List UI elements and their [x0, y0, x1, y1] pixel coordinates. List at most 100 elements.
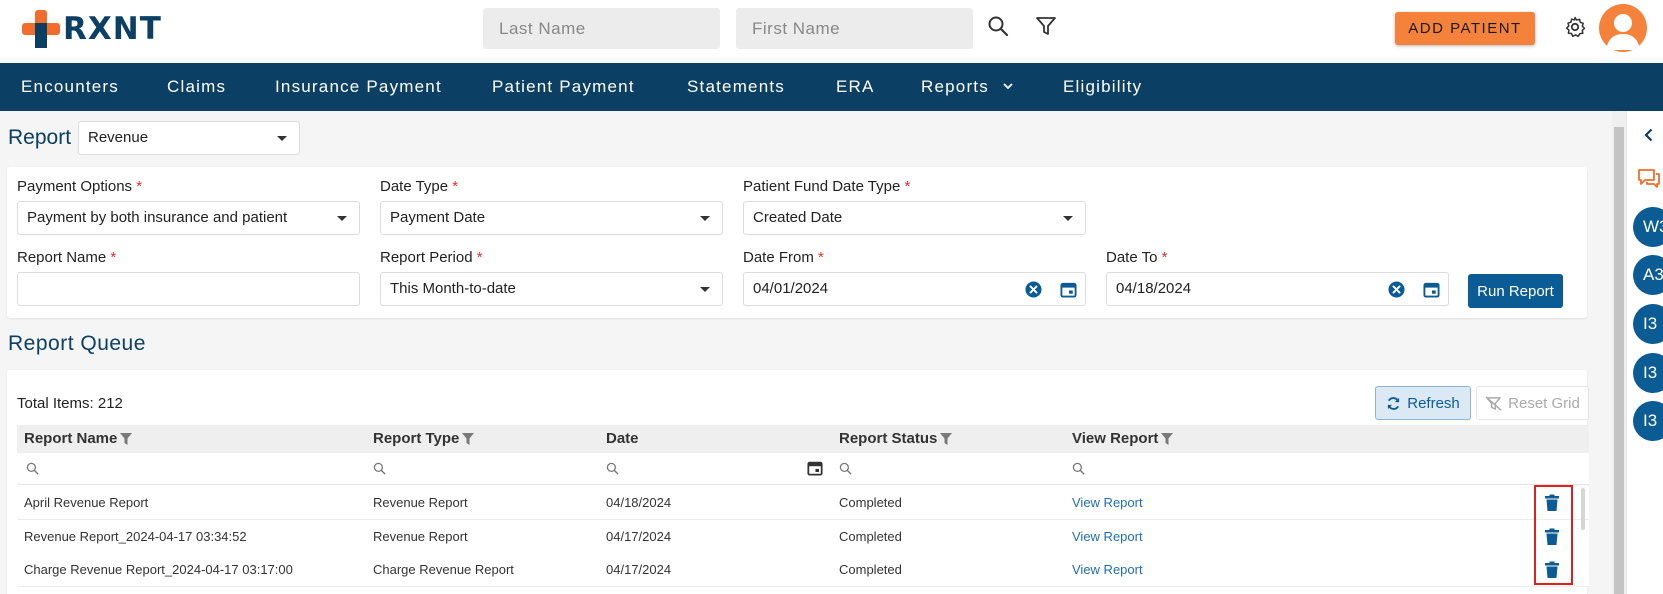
- caret-down-icon: [1063, 216, 1073, 221]
- view-report-link[interactable]: View Report: [1072, 495, 1143, 510]
- search-icon[interactable]: [606, 462, 619, 475]
- search-icon[interactable]: [839, 462, 852, 475]
- patient-fund-date-type-label: Patient Fund Date Type *: [743, 178, 911, 195]
- column-filter-icon[interactable]: [461, 432, 475, 446]
- chat-icon[interactable]: [1636, 166, 1662, 192]
- nav-reports-label: Reports: [921, 77, 989, 96]
- clear-date-from-icon[interactable]: [1025, 281, 1042, 298]
- cell-report-type: Revenue Report: [373, 495, 468, 510]
- top-header: RXNT ADD PATIENT: [0, 0, 1663, 63]
- search-icon[interactable]: [986, 14, 1010, 38]
- calendar-icon[interactable]: [807, 460, 823, 476]
- column-filter-icon[interactable]: [939, 432, 953, 446]
- page-scrollbar[interactable]: [1612, 111, 1626, 594]
- side-user-circle[interactable]: I3: [1633, 401, 1663, 441]
- caret-down-icon: [277, 136, 287, 141]
- date-type-label: Date Type *: [380, 178, 459, 195]
- search-icon[interactable]: [1072, 462, 1085, 475]
- view-report-link[interactable]: View Report: [1072, 562, 1143, 577]
- patient-fund-date-type-select[interactable]: Created Date: [743, 201, 1086, 235]
- main-nav: Encounters Claims Insurance Payment Pati…: [0, 63, 1663, 111]
- caret-down-icon: [700, 216, 710, 221]
- view-report-link[interactable]: View Report: [1072, 529, 1143, 544]
- caret-down-icon: [700, 287, 710, 292]
- grid-filter-row: [17, 453, 1589, 485]
- report-period-select[interactable]: This Month-to-date: [380, 272, 723, 306]
- cell-report-name: April Revenue Report: [24, 495, 149, 510]
- payment-options-value: Payment by both insurance and patient: [27, 209, 288, 226]
- payment-options-select[interactable]: Payment by both insurance and patient: [17, 201, 360, 235]
- date-to-input[interactable]: 04/18/2024: [1106, 272, 1449, 306]
- cell-status: Completed: [839, 529, 902, 544]
- search-icon[interactable]: [373, 462, 386, 475]
- report-name-label: Report Name *: [17, 249, 117, 266]
- reset-grid-button[interactable]: Reset Grid: [1476, 386, 1589, 420]
- cell-report-name: Revenue Report_2024-04-17 03:34:52: [24, 529, 247, 544]
- cell-date: 04/18/2024: [606, 495, 672, 510]
- nav-era[interactable]: ERA: [836, 63, 875, 111]
- reset-grid-label: Reset Grid: [1508, 394, 1580, 412]
- report-period-value: This Month-to-date: [390, 280, 516, 297]
- date-type-select[interactable]: Payment Date: [380, 201, 723, 235]
- patient-fund-date-type-value: Created Date: [753, 209, 843, 226]
- nav-encounters[interactable]: Encounters: [21, 63, 119, 111]
- nav-insurance-payment[interactable]: Insurance Payment: [275, 63, 442, 111]
- date-from-value: 04/01/2024: [753, 280, 829, 297]
- date-to-value: 04/18/2024: [1116, 280, 1192, 297]
- rxnt-logo[interactable]: RXNT: [22, 10, 162, 48]
- grid-scrollbar[interactable]: [1581, 488, 1585, 530]
- date-from-label: Date From *: [743, 249, 824, 266]
- calendar-icon[interactable]: [1423, 281, 1440, 298]
- report-name-input[interactable]: [17, 272, 360, 306]
- gear-icon[interactable]: [1563, 15, 1587, 39]
- col-date[interactable]: Date: [606, 430, 639, 447]
- table-row[interactable]: April Revenue Report Revenue Report 04/1…: [17, 486, 1589, 520]
- nav-eligibility[interactable]: Eligibility: [1063, 63, 1142, 111]
- side-user-circle[interactable]: I3: [1633, 353, 1663, 393]
- refresh-icon: [1388, 396, 1400, 410]
- report-queue-title: Report Queue: [8, 332, 146, 355]
- calendar-icon[interactable]: [1060, 281, 1077, 298]
- col-report-status[interactable]: Report Status: [839, 430, 953, 447]
- column-filter-icon[interactable]: [119, 432, 133, 446]
- caret-down-icon: [337, 216, 347, 221]
- cell-report-type: Revenue Report: [373, 529, 468, 544]
- date-from-input[interactable]: 04/01/2024: [743, 272, 1086, 306]
- side-user-circle[interactable]: I3: [1633, 304, 1663, 344]
- report-period-label: Report Period *: [380, 249, 483, 266]
- refresh-button[interactable]: Refresh: [1375, 386, 1471, 420]
- col-view-report[interactable]: View Report: [1072, 430, 1174, 447]
- chevron-left-icon[interactable]: [1643, 128, 1655, 142]
- table-row[interactable]: Charge Revenue Report_2024-04-17 03:17:0…: [17, 553, 1589, 587]
- col-report-type[interactable]: Report Type: [373, 430, 475, 447]
- column-filter-icon[interactable]: [1160, 432, 1174, 446]
- col-report-name[interactable]: Report Name: [24, 430, 133, 447]
- nav-patient-payment[interactable]: Patient Payment: [492, 63, 635, 111]
- add-patient-button[interactable]: ADD PATIENT: [1395, 12, 1535, 45]
- logo-text: RXNT: [63, 11, 162, 47]
- last-name-input[interactable]: [483, 8, 720, 49]
- side-user-circle[interactable]: W3: [1633, 207, 1663, 247]
- nav-statements[interactable]: Statements: [687, 63, 785, 111]
- nav-claims[interactable]: Claims: [167, 63, 226, 111]
- payment-options-label: Payment Options *: [17, 178, 143, 195]
- table-row[interactable]: Revenue Report_2024-04-17 03:34:52 Reven…: [17, 520, 1589, 554]
- first-name-input[interactable]: [736, 8, 973, 49]
- date-type-value: Payment Date: [390, 209, 486, 226]
- logo-cross-icon: [22, 10, 60, 48]
- filter-icon[interactable]: [1034, 14, 1058, 38]
- cell-date: 04/17/2024: [606, 529, 672, 544]
- refresh-label: Refresh: [1407, 394, 1460, 412]
- run-report-button[interactable]: Run Report: [1468, 274, 1563, 308]
- date-to-label: Date To *: [1106, 249, 1168, 266]
- nav-reports[interactable]: Reports: [921, 63, 1015, 111]
- report-type-select[interactable]: Revenue: [78, 121, 300, 155]
- report-type-value: Revenue: [88, 129, 149, 146]
- search-icon[interactable]: [26, 462, 39, 475]
- clear-date-to-icon[interactable]: [1388, 281, 1405, 298]
- user-avatar[interactable]: [1599, 4, 1647, 52]
- side-user-circle[interactable]: A3: [1633, 255, 1663, 295]
- cell-date: 04/17/2024: [606, 562, 672, 577]
- cell-status: Completed: [839, 562, 902, 577]
- page-scrollbar-thumb[interactable]: [1614, 127, 1624, 594]
